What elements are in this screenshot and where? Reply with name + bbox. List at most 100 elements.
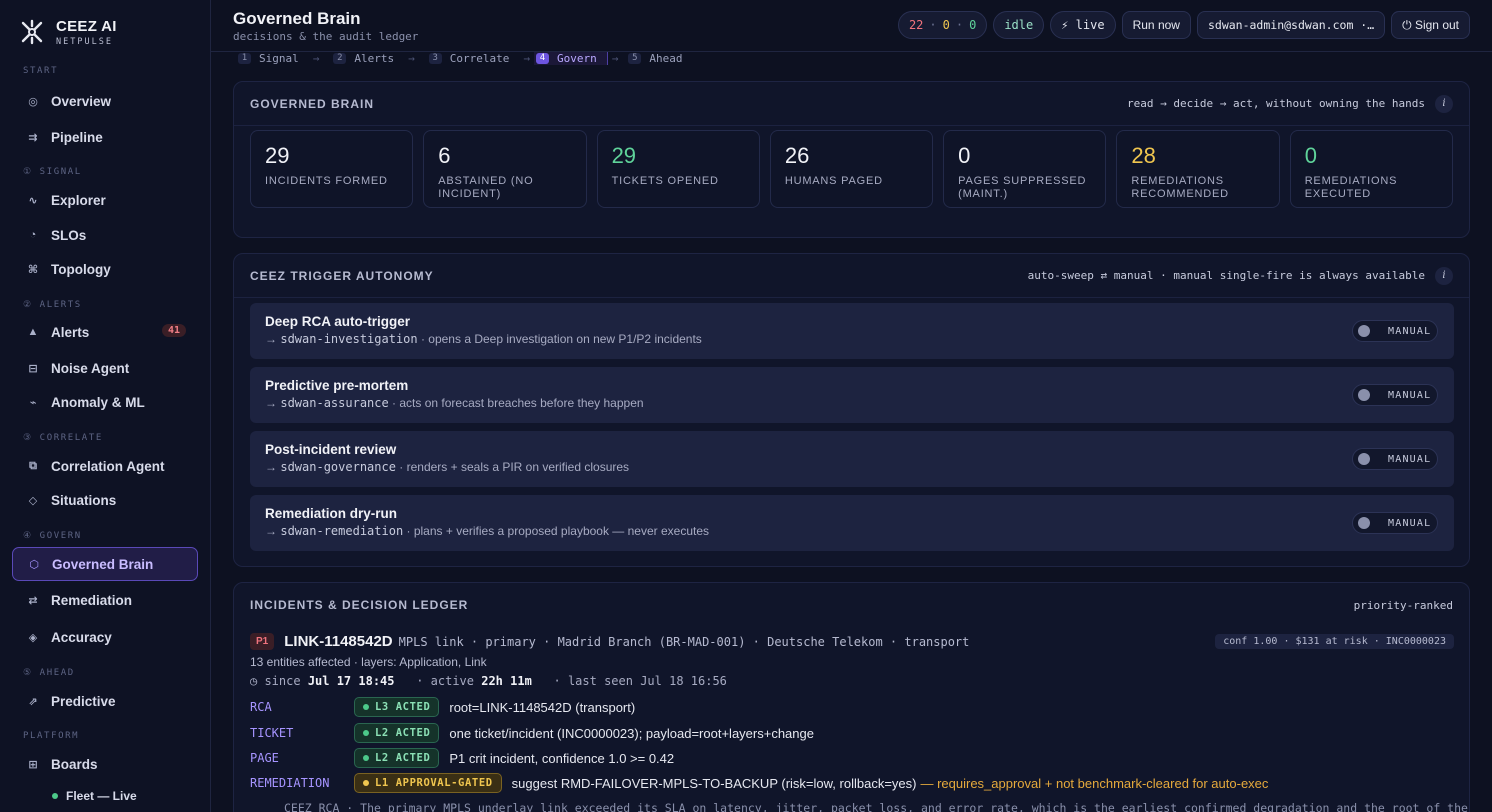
stat-value: 29 xyxy=(265,143,290,168)
stat-label: REMEDIATIONS EXECUTED xyxy=(1304,175,1398,200)
page-title: Governed Brain xyxy=(233,9,361,28)
step-correlate[interactable]: 3 Correlate xyxy=(428,52,509,65)
toggle-label: MANUAL xyxy=(1388,517,1432,529)
live-dot-icon xyxy=(52,793,58,799)
live-toggle[interactable]: ⚡ live xyxy=(1050,11,1116,39)
ledger-row-ticket: TICKET L2 ACTED one ticket/incident (INC… xyxy=(250,723,1454,743)
autonomy-title: Predictive pre-mortem xyxy=(265,378,409,393)
stat-pages-suppressed: 0 PAGES SUPPRESSED (MAINT.) xyxy=(943,130,1107,208)
step-number: 1 xyxy=(238,52,251,64)
sidebar-item-accuracy[interactable]: ◈ Accuracy xyxy=(12,620,198,654)
stat-value: 28 xyxy=(1131,143,1156,168)
level-badge: L2 ACTED xyxy=(354,748,440,768)
stat-abstained: 6 ABSTAINED (NO INCIDENT) xyxy=(423,130,587,208)
autonomy-desc: → sdwan-investigation · opens a Deep inv… xyxy=(265,332,702,346)
status-dot-icon xyxy=(363,755,369,761)
user-menu[interactable]: sdwan-admin@sdwan.com ·… xyxy=(1196,11,1386,39)
sidebar-item-label: Remediation xyxy=(51,592,133,608)
info-icon[interactable]: i xyxy=(1435,94,1453,113)
status-dot-icon xyxy=(363,704,369,710)
sidebar-item-label: Noise Agent xyxy=(51,360,130,376)
explorer-icon: ∿ xyxy=(28,194,38,207)
autonomy-desc-text: · acts on forecast breaches before they … xyxy=(388,396,644,410)
sidebar-item-boards[interactable]: ⊞ Boards xyxy=(12,747,198,781)
stat-value: 0 xyxy=(958,143,971,168)
sidebar-item-label: Accuracy xyxy=(51,629,112,645)
sign-out-button[interactable]: ⏻ Sign out xyxy=(1391,11,1470,39)
card-hint: read → decide → act, without owning the … xyxy=(1127,94,1453,113)
step-alerts[interactable]: 2 Alerts xyxy=(333,52,394,65)
ledger-value: P1 crit incident, confidence 1.0 >= 0.42 xyxy=(449,750,675,766)
sidebar-item-label: Correlation Agent xyxy=(51,458,165,474)
nav-section-ahead: ⑤ AHEAD xyxy=(23,668,75,678)
step-number: 2 xyxy=(333,52,347,64)
incident-timing: ◷ since Jul 17 18:45 · active 22h 11m · … xyxy=(250,674,727,688)
sidebar: CEEZ AI NETPULSE START ◎ Overview ⇉ Pipe… xyxy=(0,0,211,812)
run-now-button[interactable]: Run now xyxy=(1121,11,1191,39)
count-amber: 0 xyxy=(942,18,950,32)
topology-icon: ⌘ xyxy=(27,263,39,276)
mode-toggle[interactable]: MANUAL xyxy=(1352,512,1438,534)
accuracy-icon: ◈ xyxy=(28,631,38,644)
sidebar-item-slos[interactable]: ◔ SLOs xyxy=(12,218,198,252)
incident-id: LINK-1148542D xyxy=(284,633,393,650)
toggle-label: MANUAL xyxy=(1388,389,1432,401)
count-sep: · xyxy=(955,18,964,32)
step-ahead[interactable]: 5 Ahead xyxy=(628,52,682,65)
mode-toggle[interactable]: MANUAL xyxy=(1352,320,1438,342)
stat-humans-paged: 26 HUMANS PAGED xyxy=(769,130,934,208)
last-seen: · last seen Jul 18 16:56 xyxy=(553,674,727,688)
sidebar-item-label: Anomaly & ML xyxy=(51,394,145,410)
sidebar-item-correlation-agent[interactable]: ⧉ Correlation Agent xyxy=(12,449,198,483)
count-green: 0 xyxy=(969,18,977,32)
governed-brain-card: GOVERNED BRAIN read → decide → act, with… xyxy=(233,81,1470,238)
ledger-key: RCA xyxy=(250,700,272,714)
card-title: INCIDENTS & DECISION LEDGER xyxy=(250,598,469,612)
agent-name: sdwan-assurance xyxy=(280,396,389,410)
sidebar-item-noise-agent[interactable]: ⊟ Noise Agent xyxy=(12,351,198,385)
sidebar-item-pipeline[interactable]: ⇉ Pipeline xyxy=(12,120,198,154)
step-label: Alerts xyxy=(354,51,395,65)
step-arrow-icon: → xyxy=(312,51,320,65)
nav-section-alerts: ② ALERTS xyxy=(23,300,82,310)
sidebar-item-overview[interactable]: ◎ Overview xyxy=(12,84,198,118)
correlation-icon: ⧉ xyxy=(29,459,37,472)
step-label: Govern xyxy=(556,51,597,65)
ledger-value: root=LINK-1148542D (transport) xyxy=(449,699,636,715)
alerts-icon: ▲ xyxy=(27,326,39,338)
sidebar-item-label: Alerts xyxy=(51,324,90,340)
toggle-label: MANUAL xyxy=(1388,453,1432,465)
nav-section-platform: PLATFORM xyxy=(23,731,80,741)
info-icon[interactable]: i xyxy=(1435,266,1453,285)
sidebar-item-alerts[interactable]: ▲ Alerts 41 xyxy=(12,315,198,349)
sidebar-item-explorer[interactable]: ∿ Explorer xyxy=(12,183,198,217)
status-badge: idle xyxy=(993,11,1045,39)
agent-name: sdwan-remediation xyxy=(280,524,404,538)
sidebar-item-predictive[interactable]: ⇗ Predictive xyxy=(12,684,198,718)
sidebar-item-remediation[interactable]: ⇄ Remediation xyxy=(12,583,198,617)
sidebar-item-anomaly-ml[interactable]: ⌁ Anomaly & ML xyxy=(12,385,198,419)
ledger-warning: — requires_approval + not benchmark-clea… xyxy=(920,775,1269,791)
step-signal[interactable]: 1 Signal xyxy=(238,52,299,65)
sidebar-item-topology[interactable]: ⌘ Topology xyxy=(12,252,198,286)
card-hint-text: auto-sweep ⇄ manual · manual single-fire… xyxy=(1027,269,1425,282)
incident-header[interactable]: P1 LINK-1148542D MPLS link · primary · M… xyxy=(250,633,1454,650)
mode-toggle[interactable]: MANUAL xyxy=(1352,448,1438,470)
step-number: 4 xyxy=(535,52,549,64)
step-label: Signal xyxy=(259,51,299,65)
level-badge: L2 ACTED xyxy=(354,723,440,743)
sidebar-item-situations[interactable]: ◇ Situations xyxy=(12,483,198,517)
severity-counts[interactable]: 22 · 0 · 0 xyxy=(897,11,988,39)
mode-toggle[interactable]: MANUAL xyxy=(1352,384,1438,406)
brand[interactable]: CEEZ AI NETPULSE xyxy=(0,0,210,64)
sidebar-subitem-fleet-live[interactable]: Fleet — Live xyxy=(52,789,137,803)
step-govern[interactable]: 4 Govern xyxy=(533,51,608,65)
active-label: · active xyxy=(416,674,474,688)
ledger-row-rca: RCA L3 ACTED root=LINK-1148542D (transpo… xyxy=(250,697,1454,717)
toggle-knob-icon xyxy=(1358,325,1370,337)
step-arrow-icon: → xyxy=(611,51,619,65)
nav-section-govern: ④ GOVERN xyxy=(23,531,82,541)
sidebar-item-governed-brain[interactable]: ⬡ Governed Brain xyxy=(12,547,198,581)
governed-brain-icon: ⬡ xyxy=(29,558,39,571)
card-title: CEEZ TRIGGER AUTONOMY xyxy=(250,268,434,283)
